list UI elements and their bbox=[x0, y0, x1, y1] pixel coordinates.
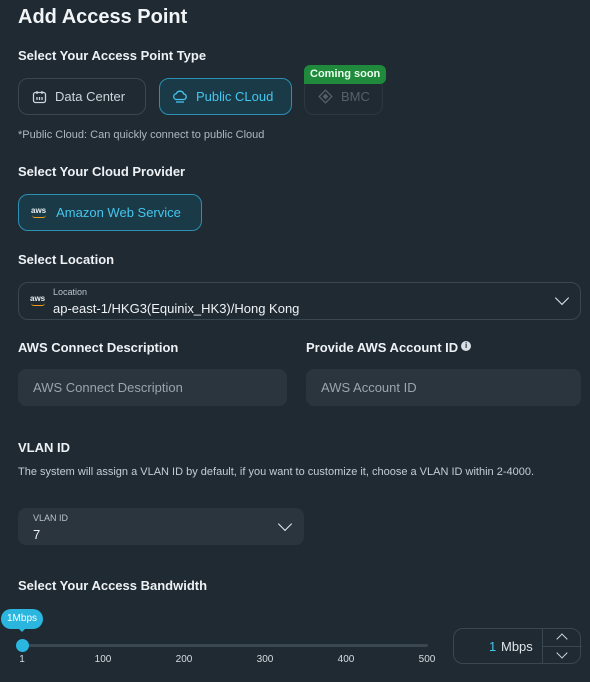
bandwidth-stepper bbox=[542, 629, 582, 663]
coming-soon-badge: Coming soon bbox=[304, 65, 387, 84]
chevron-down-icon bbox=[277, 516, 293, 532]
vlan-field-label: VLAN ID bbox=[33, 513, 69, 523]
slider-tick: 200 bbox=[175, 654, 193, 665]
aws-account-input[interactable] bbox=[306, 369, 581, 406]
vlan-label: VLAN ID bbox=[18, 440, 70, 455]
public-cloud-note: *Public Cloud: Can quickly connect to pu… bbox=[18, 129, 265, 141]
decrement-button[interactable] bbox=[543, 646, 582, 663]
page-title: Add Access Point bbox=[18, 6, 188, 28]
vlan-select[interactable]: VLAN ID 7 bbox=[18, 508, 304, 545]
aws-logo-icon: aws bbox=[31, 207, 46, 218]
location-field-label: Location bbox=[53, 287, 88, 297]
info-icon[interactable]: i bbox=[461, 341, 472, 351]
slider-tick: 400 bbox=[337, 654, 355, 665]
bmc-label: BMC bbox=[341, 89, 370, 104]
aws-provider-label: Amazon Web Service bbox=[56, 205, 181, 220]
slider-tick: 500 bbox=[418, 654, 436, 665]
cloud-icon bbox=[172, 89, 188, 105]
increment-button[interactable] bbox=[543, 629, 582, 646]
location-label: Select Location bbox=[18, 252, 115, 267]
data-center-label: Data Center bbox=[55, 89, 126, 104]
aws-provider-option[interactable]: aws Amazon Web Service bbox=[18, 194, 202, 231]
aws-description-input[interactable] bbox=[18, 369, 287, 406]
cloud-provider-label: Select Your Cloud Provider bbox=[18, 164, 186, 179]
chevron-down-icon bbox=[554, 290, 570, 306]
bandwidth-label: Select Your Access Bandwidth bbox=[18, 578, 208, 593]
public-cloud-option[interactable]: Public CLoud bbox=[159, 78, 292, 115]
aws-account-label-text: Provide AWS Account ID bbox=[306, 340, 459, 355]
bandwidth-tooltip: 1Mbps bbox=[1, 609, 43, 632]
building-icon bbox=[31, 89, 47, 105]
bandwidth-slider-track[interactable] bbox=[22, 644, 428, 647]
data-center-option[interactable]: Data Center bbox=[18, 78, 146, 115]
bandwidth-value[interactable]: 1 bbox=[489, 639, 496, 654]
location-select[interactable]: aws Location ap-east-1/HKG3(Equinix_HK3)… bbox=[18, 282, 581, 320]
public-cloud-label: Public CLoud bbox=[196, 89, 274, 104]
slider-tick: 100 bbox=[94, 654, 112, 665]
location-value: ap-east-1/HKG3(Equinix_HK3)/Hong Kong bbox=[53, 301, 300, 316]
bandwidth-unit: Mbps bbox=[501, 639, 533, 654]
aws-account-label: Provide AWS Account ID i bbox=[306, 340, 472, 355]
slider-tick: 300 bbox=[256, 654, 274, 665]
bandwidth-slider-thumb[interactable] bbox=[16, 639, 29, 652]
aws-description-label: AWS Connect Description bbox=[18, 340, 179, 355]
slider-tick: 1 bbox=[19, 654, 25, 665]
access-point-type-label: Select Your Access Point Type bbox=[18, 48, 207, 63]
bandwidth-input[interactable]: 1 Mbps bbox=[453, 628, 582, 664]
vlan-value: 7 bbox=[33, 527, 41, 542]
diamond-icon bbox=[317, 89, 333, 105]
vlan-description: The system will assign a VLAN ID by defa… bbox=[18, 466, 535, 478]
aws-logo-icon: aws bbox=[30, 295, 45, 306]
